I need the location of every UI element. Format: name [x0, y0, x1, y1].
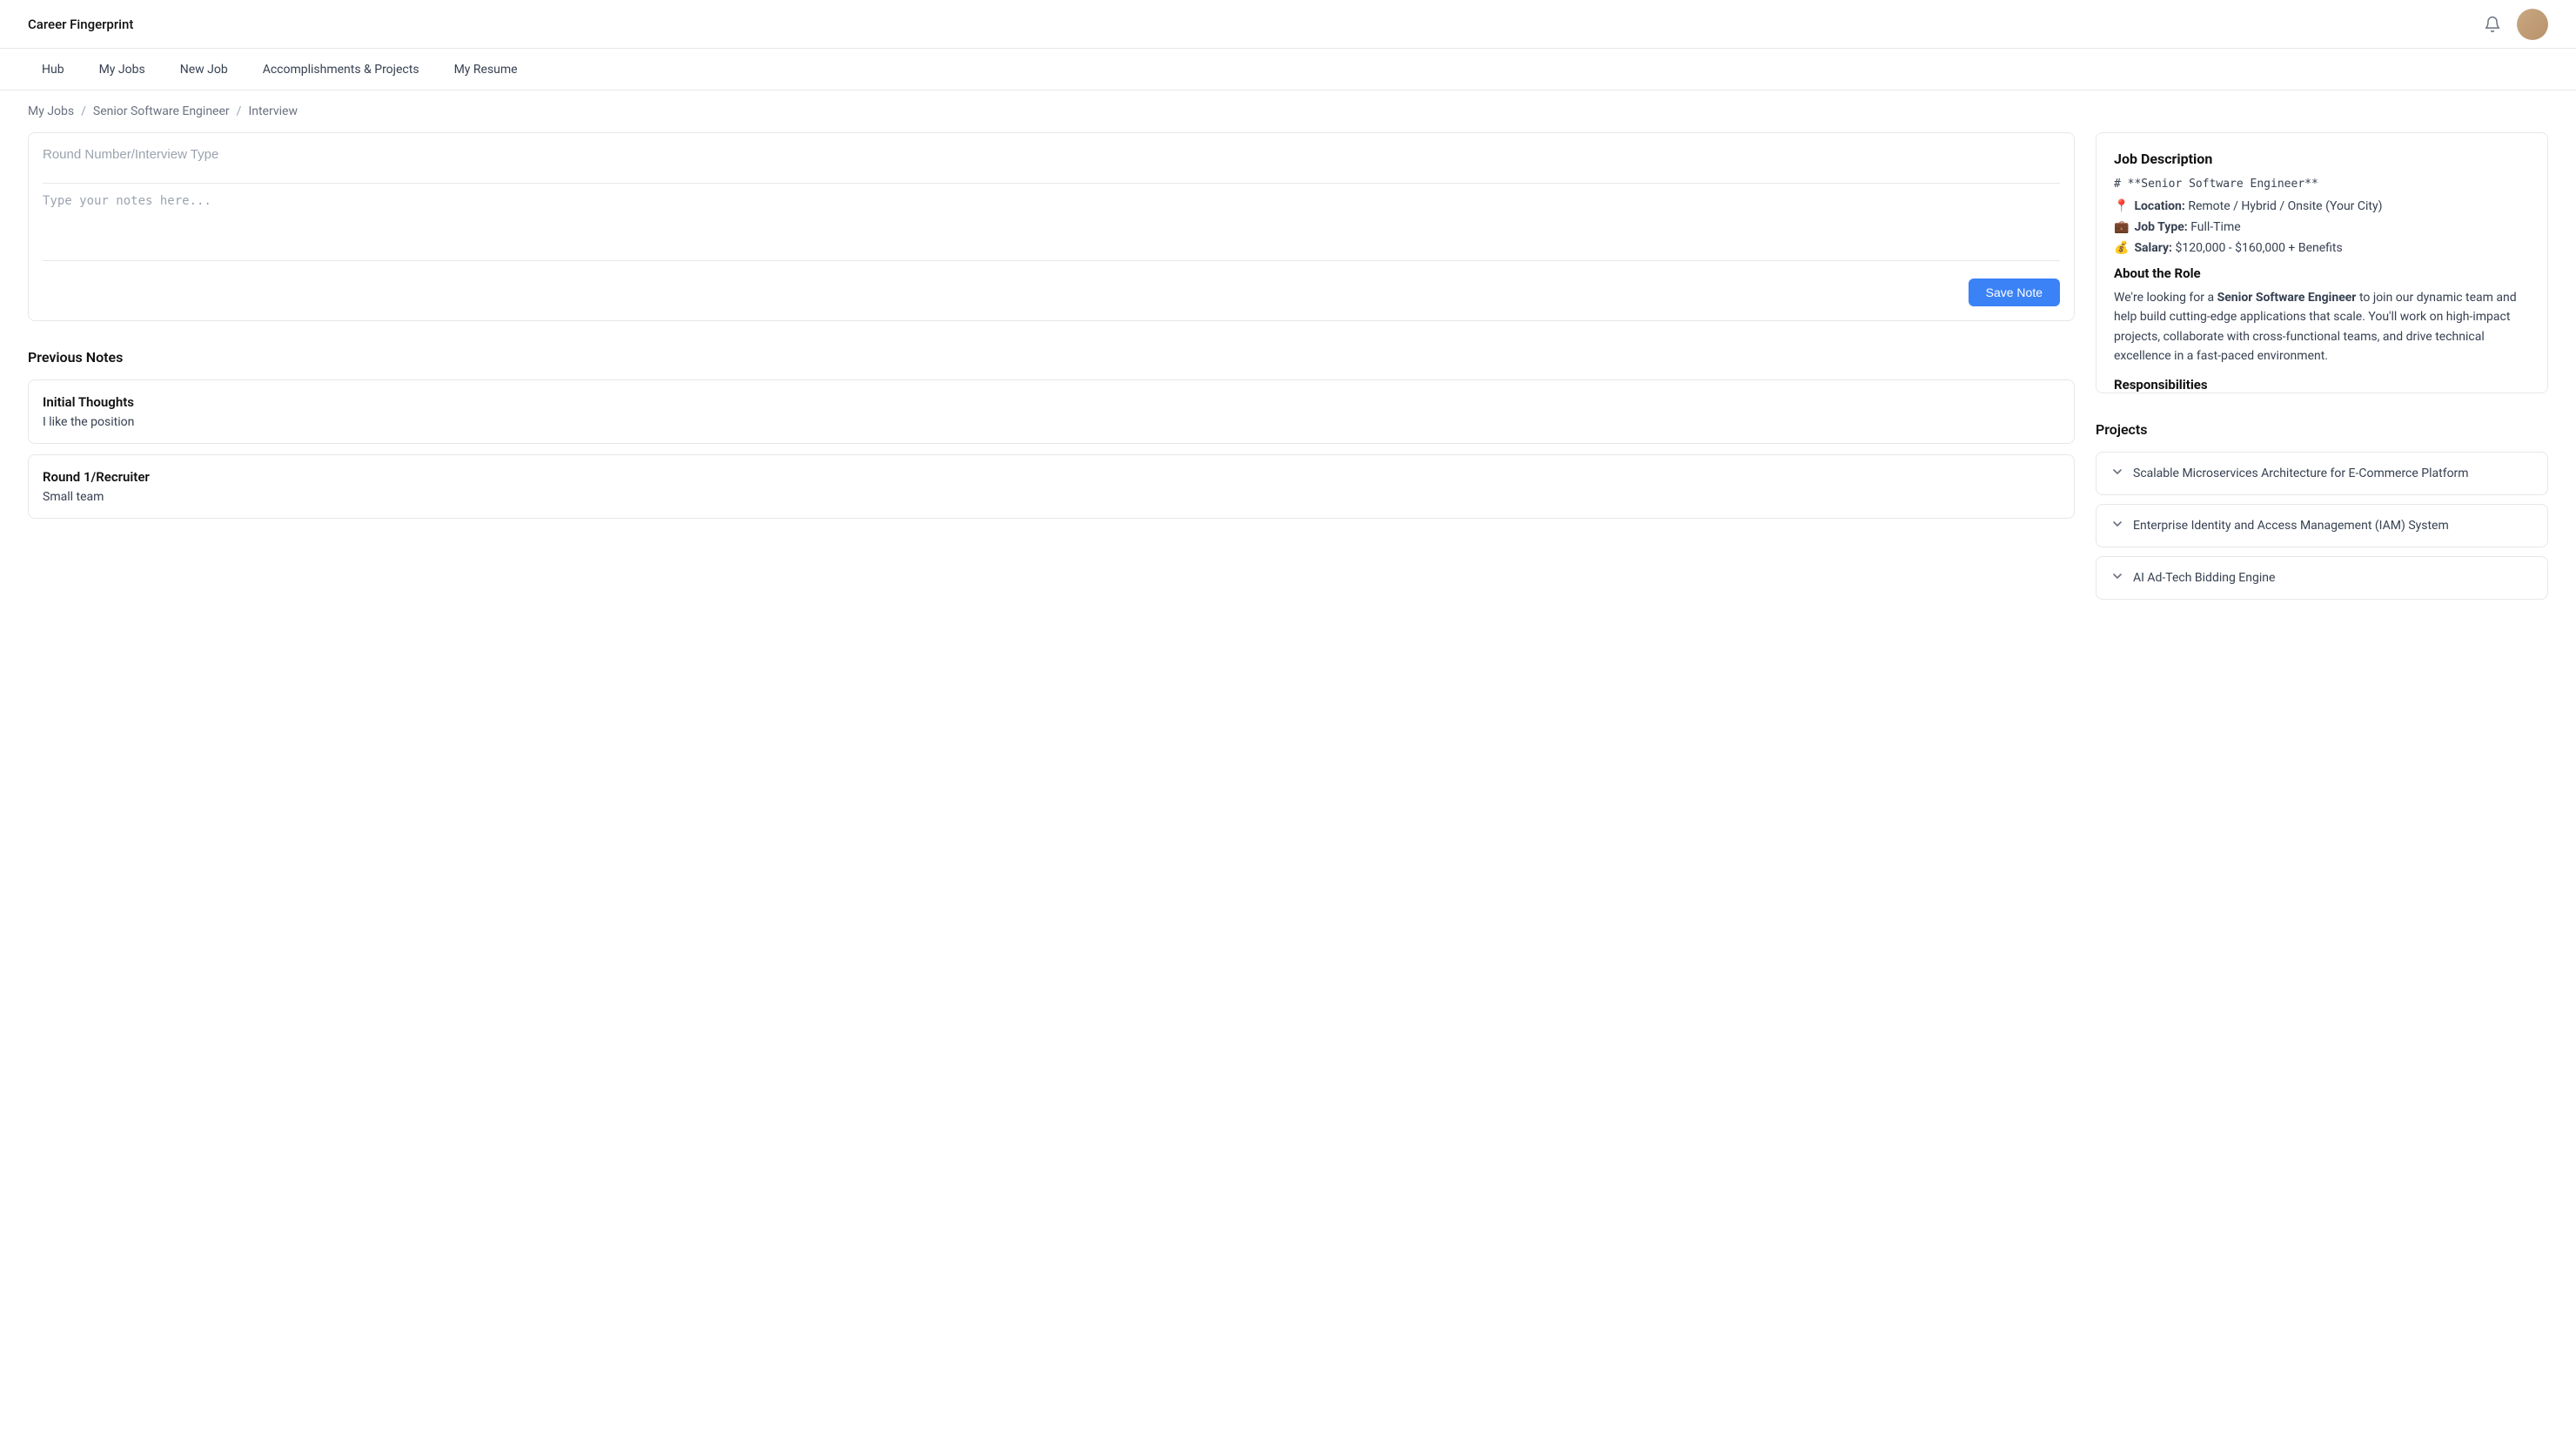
header-left: Career Fingerprint	[28, 17, 133, 32]
project-name-0: Scalable Microservices Architecture for …	[2133, 466, 2469, 480]
salary-value: $120,000 - $160,000 + Benefits	[2175, 241, 2342, 255]
note-type-input[interactable]	[43, 147, 2060, 162]
project-card-2[interactable]: AI Ad-Tech Bidding Engine	[2096, 556, 2548, 600]
note-card-title-0: Initial Thoughts	[43, 394, 2060, 410]
projects-section: Projects Scalable Microservices Architec…	[2096, 421, 2548, 600]
job-desc-salary-line: 💰 Salary: $120,000 - $160,000 + Benefits	[2114, 241, 2530, 255]
note-card-content-1: Small team	[43, 490, 2060, 504]
project-card-1[interactable]: Enterprise Identity and Access Managemen…	[2096, 504, 2548, 547]
avatar[interactable]	[2517, 9, 2548, 40]
job-desc-title: Job Description	[2114, 151, 2530, 167]
nav-my-jobs[interactable]: My Jobs	[85, 56, 159, 84]
job-desc-location-line: 📍 Location: Remote / Hybrid / Onsite (Yo…	[2114, 199, 2530, 213]
breadcrumb-my-jobs[interactable]: My Jobs	[28, 104, 74, 118]
nav-hub[interactable]: Hub	[28, 56, 78, 84]
nav-my-resume[interactable]: My Resume	[440, 56, 532, 84]
right-panel: Job Description # **Senior Software Engi…	[2096, 132, 2548, 608]
header: Career Fingerprint	[0, 0, 2576, 49]
job-description-card: Job Description # **Senior Software Engi…	[2096, 132, 2548, 393]
chevron-icon-1	[2110, 517, 2124, 534]
save-note-button[interactable]: Save Note	[1969, 279, 2060, 306]
job-type-label: Job Type:	[2134, 220, 2187, 234]
nav-new-job[interactable]: New Job	[166, 56, 242, 84]
note-card-title-1: Round 1/Recruiter	[43, 469, 2060, 485]
previous-notes-title: Previous Notes	[28, 349, 2075, 366]
main-content: Save Note Previous Notes Initial Thought…	[0, 132, 2576, 636]
breadcrumb-sep-2: /	[237, 104, 242, 118]
left-panel: Save Note Previous Notes Initial Thought…	[28, 132, 2075, 529]
chevron-icon-2	[2110, 569, 2124, 587]
project-card-0[interactable]: Scalable Microservices Architecture for …	[2096, 452, 2548, 495]
responsibilities-title: Responsibilities	[2114, 377, 2530, 393]
app-title: Career Fingerprint	[28, 17, 133, 32]
location-label: Location:	[2134, 199, 2184, 213]
job-desc-type-line: 💼 Job Type: Full-Time	[2114, 220, 2530, 234]
notification-icon[interactable]	[2482, 14, 2503, 35]
job-type-icon: 💼	[2114, 220, 2129, 234]
location-icon: 📍	[2114, 199, 2129, 213]
breadcrumb: My Jobs / Senior Software Engineer / Int…	[0, 91, 2576, 132]
about-role-title: About the Role	[2114, 265, 2530, 281]
main-nav: Hub My Jobs New Job Accomplishments & Pr…	[0, 49, 2576, 91]
avatar-image	[2517, 9, 2548, 40]
salary-label: Salary:	[2134, 241, 2172, 255]
project-name-1: Enterprise Identity and Access Managemen…	[2133, 519, 2449, 533]
job-type-value: Full-Time	[2190, 220, 2240, 234]
note-card-round1: Round 1/Recruiter Small team	[28, 454, 2075, 519]
breadcrumb-job-title[interactable]: Senior Software Engineer	[93, 104, 230, 118]
header-right	[2482, 9, 2548, 40]
note-card-initial-thoughts: Initial Thoughts I like the position	[28, 379, 2075, 444]
chevron-icon-0	[2110, 465, 2124, 482]
about-role-bold: Senior Software Engineer	[2217, 291, 2357, 305]
location-value: Remote / Hybrid / Onsite (Your City)	[2188, 199, 2382, 213]
note-card-content-0: I like the position	[43, 415, 2060, 429]
breadcrumb-interview[interactable]: Interview	[248, 104, 298, 118]
note-divider	[43, 183, 2060, 184]
note-form: Save Note	[28, 132, 2075, 321]
note-content-input[interactable]	[43, 194, 2060, 246]
nav-accomplishments[interactable]: Accomplishments & Projects	[249, 56, 433, 84]
about-role-text: We're looking for a Senior Software Engi…	[2114, 288, 2530, 366]
breadcrumb-sep-1: /	[81, 104, 86, 118]
previous-notes-section: Previous Notes Initial Thoughts I like t…	[28, 349, 2075, 519]
projects-title: Projects	[2096, 421, 2548, 438]
salary-icon: 💰	[2114, 241, 2129, 255]
project-name-2: AI Ad-Tech Bidding Engine	[2133, 571, 2275, 585]
job-desc-heading: # **Senior Software Engineer**	[2114, 178, 2530, 191]
